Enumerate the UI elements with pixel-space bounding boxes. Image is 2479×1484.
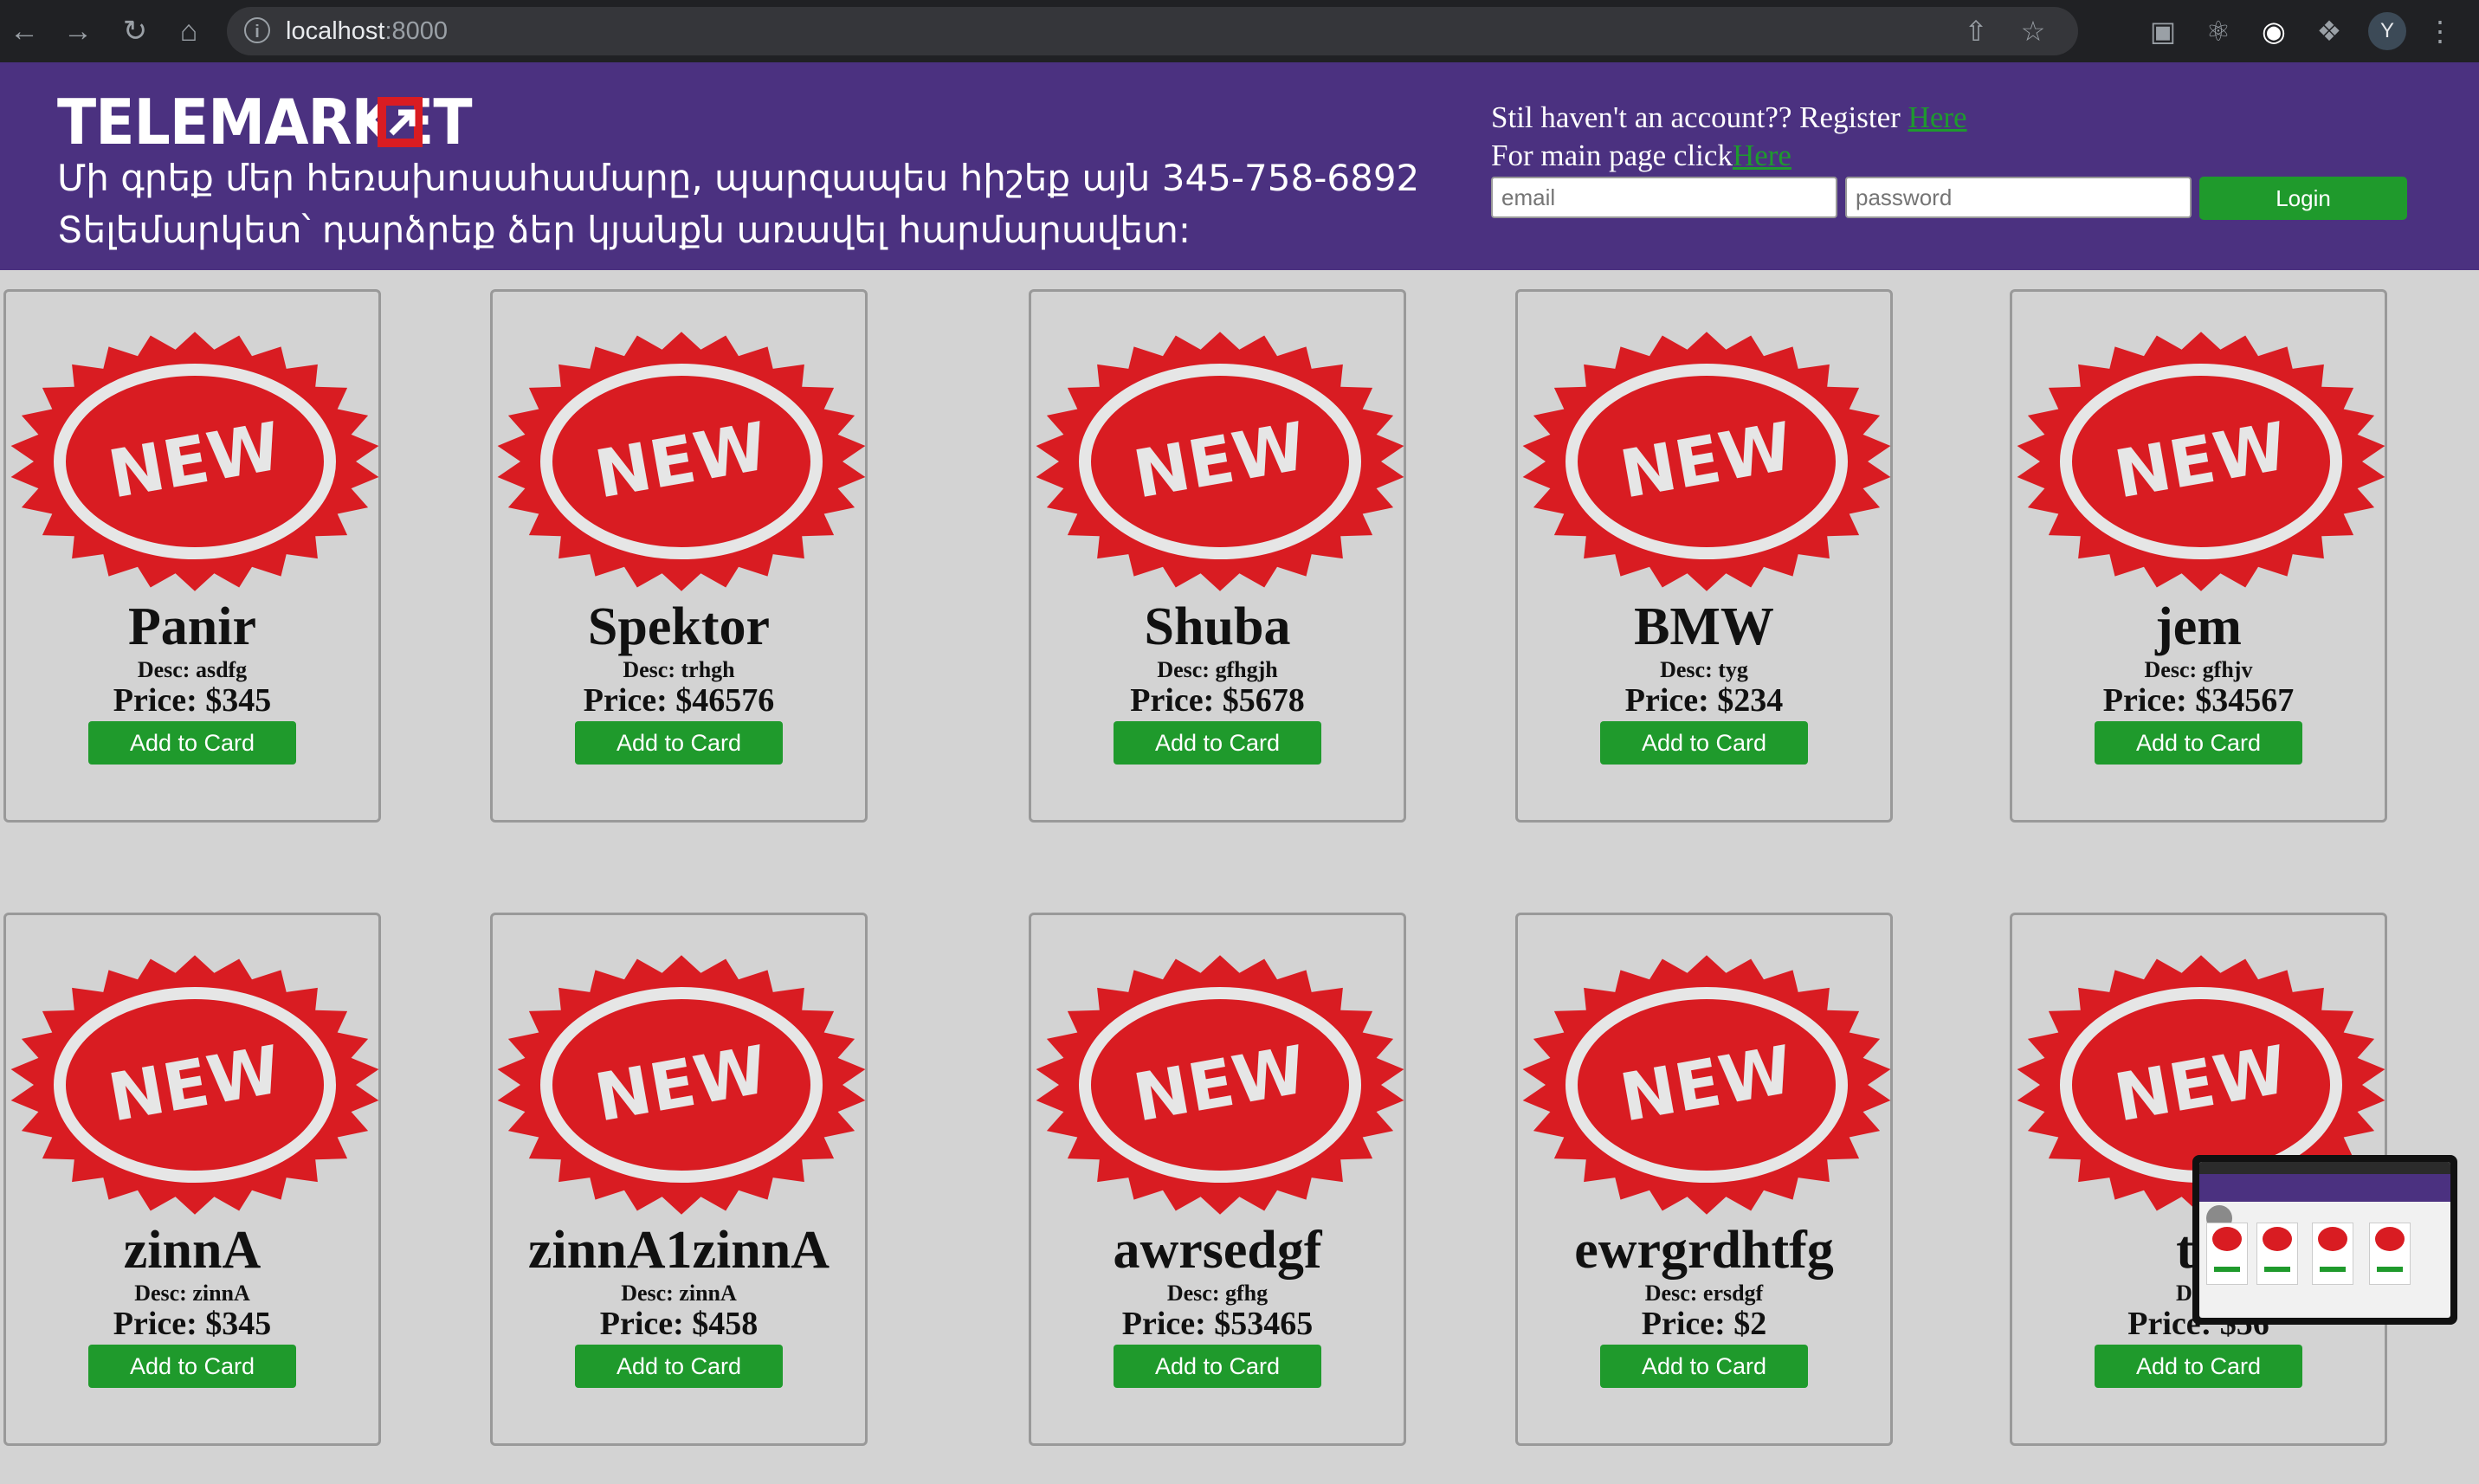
product-price: Price: $458	[599, 1306, 759, 1342]
product-price: Price: $5678	[1130, 682, 1305, 719]
product-name: BMW	[1634, 597, 1774, 656]
main-page-link[interactable]: Here	[1733, 139, 1791, 172]
product-desc: Desc: asdfg	[137, 657, 248, 682]
add-to-cart-button[interactable]: Add to Card	[1600, 721, 1808, 765]
slogan-line-2: Տելեմարկետ՝ դարձրեք ձեր կյանքն առավել հա…	[57, 209, 1191, 251]
product-card: NEW Panir Desc: asdfg Price: $345 Add to Car…	[3, 289, 381, 823]
react-devtools-icon[interactable]: ⚛	[2203, 16, 2234, 47]
url-host: localhost	[286, 17, 385, 45]
add-to-cart-button[interactable]: Add to Card	[575, 721, 783, 765]
logo-arrow-icon	[378, 97, 423, 147]
product-card: NEW jem Desc: gfhjv Price: $34567 Add to Car…	[2010, 289, 2387, 823]
product-name: zinnA	[123, 1221, 261, 1280]
product-card: NEW zinnA Desc: zinnA Price: $345 Add to Car…	[3, 913, 381, 1446]
add-to-cart-button[interactable]: Add to Card	[2095, 721, 2302, 765]
product-name: Panir	[127, 597, 257, 656]
product-price: Price: $345	[113, 682, 272, 719]
add-to-cart-button[interactable]: Add to Card	[1600, 1345, 1808, 1388]
product-name: ewrgrdhtfg	[1574, 1221, 1834, 1280]
product-desc: Desc: ersdgf	[1644, 1281, 1764, 1306]
product-desc: Desc: gfhjv	[2144, 657, 2253, 682]
main-page-prompt: For main page clickHere	[1491, 139, 1791, 172]
puzzle-icon[interactable]: ❖	[2314, 16, 2345, 47]
address-bar[interactable]: i localhost:8000 ⇧ ☆	[227, 7, 2078, 55]
product-name: Spektor	[587, 597, 771, 656]
new-badge-icon: NEW	[497, 332, 866, 591]
add-to-cart-button[interactable]: Add to Card	[2095, 1345, 2302, 1388]
register-prompt: Stil haven't an account?? Register Here	[1491, 100, 1967, 134]
site-header: TELEMARKET Մի գրեք մեր հեռախոսահամարը, պ…	[0, 62, 2479, 270]
product-price: Price: $2	[1641, 1306, 1767, 1342]
product-card: NEW Spektor Desc: trhgh Price: $46576 Add to…	[490, 289, 868, 823]
slogan-line-1: Մի գրեք մեր հեռախոսահամարը, պարզապես հիշ…	[57, 157, 1420, 199]
product-desc: Desc: gfhg	[1166, 1281, 1269, 1306]
product-price: Price: $345	[113, 1306, 272, 1342]
site-info-icon[interactable]: i	[244, 17, 270, 43]
extension-icon[interactable]: ▣	[2147, 16, 2179, 47]
url-port: :8000	[384, 17, 449, 45]
new-badge-icon: NEW	[1036, 332, 1404, 591]
screen-preview-thumbnail[interactable]	[2192, 1155, 2457, 1325]
product-price: Price: $53465	[1121, 1306, 1314, 1342]
product-card: NEW zinnA1zinnA Desc: zinnA Price: $458 Add …	[490, 913, 868, 1446]
logo[interactable]: TELEMARKET	[57, 83, 507, 161]
new-badge-icon: NEW	[10, 955, 379, 1215]
new-badge-icon: NEW	[1522, 332, 1891, 591]
product-card: NEW BMW Desc: tyg Price: $234 Add to Card	[1515, 289, 1893, 823]
product-desc: Desc: tyg	[1660, 657, 1748, 682]
browser-toolbar: ← → ↻ ⌂ i localhost:8000 ⇧ ☆ ▣ ⚛ ◉ ❖ Y ⋮	[0, 0, 2479, 62]
add-to-cart-button[interactable]: Add to Card	[575, 1345, 783, 1388]
product-card: NEW Shuba Desc: gfhgjh Price: $5678 Add to C…	[1029, 289, 1406, 823]
add-to-cart-button[interactable]: Add to Card	[1114, 721, 1321, 765]
add-to-cart-button[interactable]: Add to Card	[88, 1345, 296, 1388]
product-desc: Desc: zinnA	[134, 1281, 250, 1306]
product-name: zinnA1zinnA	[528, 1221, 830, 1280]
back-icon[interactable]: ←	[5, 12, 43, 50]
extension-circle-icon[interactable]: ◉	[2258, 16, 2289, 47]
product-card: NEW ewrgrdhtfg Desc: ersdgf Price: $2 Add to…	[1515, 913, 1893, 1446]
product-desc: Desc: zinnA	[621, 1281, 737, 1306]
new-badge-icon: NEW	[1036, 955, 1404, 1215]
add-to-cart-button[interactable]: Add to Card	[88, 721, 296, 765]
product-price: Price: $46576	[583, 682, 775, 719]
share-icon[interactable]: ⇧	[1960, 16, 1992, 47]
add-to-cart-button[interactable]: Add to Card	[1114, 1345, 1321, 1388]
reload-icon[interactable]: ↻	[116, 12, 154, 50]
bookmark-star-icon[interactable]: ☆	[2017, 16, 2049, 47]
product-card: NEW awrsedgf Desc: gfhg Price: $53465 Add to…	[1029, 913, 1406, 1446]
register-link[interactable]: Here	[1908, 100, 1967, 134]
product-name: Shuba	[1144, 597, 1291, 656]
new-badge-icon: NEW	[2017, 332, 2385, 591]
product-desc: Desc: gfhgjh	[1157, 657, 1278, 682]
product-name: awrsedgf	[1113, 1221, 1322, 1280]
email-input[interactable]	[1491, 177, 1837, 218]
new-badge-icon: NEW	[1522, 955, 1891, 1215]
password-input[interactable]	[1845, 177, 2192, 218]
new-badge-icon: NEW	[497, 955, 866, 1215]
home-icon[interactable]: ⌂	[170, 12, 208, 50]
profile-avatar[interactable]: Y	[2368, 12, 2406, 50]
forward-icon[interactable]: →	[59, 12, 97, 50]
login-button[interactable]: Login	[2199, 177, 2407, 220]
product-desc: Desc: trhgh	[623, 657, 735, 682]
new-badge-icon: NEW	[10, 332, 379, 591]
product-name: jem	[2155, 597, 2242, 656]
product-price: Price: $34567	[2102, 682, 2295, 719]
menu-kebab-icon[interactable]: ⋮	[2424, 16, 2456, 47]
product-price: Price: $234	[1624, 682, 1784, 719]
